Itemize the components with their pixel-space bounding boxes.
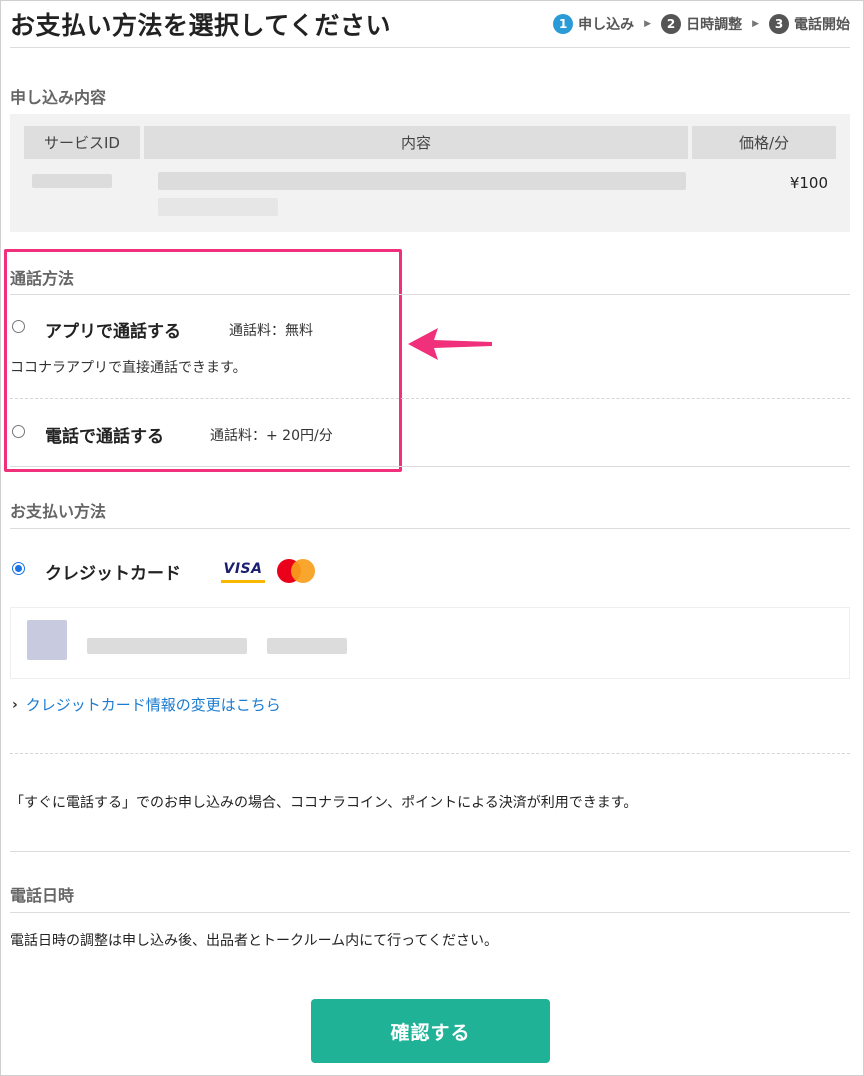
option-app-call-description: ココナラアプリで直接通話できます。 — [10, 360, 247, 376]
page-title: お支払い方法を選択してください — [10, 11, 392, 40]
step-number: 2 — [661, 14, 682, 34]
call-method-heading: 通話方法 — [10, 269, 75, 288]
radio-app-call[interactable] — [12, 320, 25, 333]
application-heading: 申し込み内容 — [10, 88, 107, 107]
step-arrow-icon: ▶ — [644, 19, 652, 29]
step-schedule: 2 日時調整 — [661, 14, 742, 34]
dashed-divider — [10, 753, 850, 754]
change-card-link[interactable]: › クレジットカード情報の変更はこちら — [12, 694, 281, 715]
step-arrow-icon: ▶ — [752, 19, 759, 29]
confirm-button[interactable]: 確認する — [311, 999, 550, 1063]
redacted-content — [158, 198, 278, 216]
progress-steps: 1 申し込み ▶ 2 日時調整 ▶ 3 電話開始 — [553, 14, 850, 34]
option-app-call-label[interactable]: アプリで通話する — [45, 317, 181, 342]
payment-credit-card-label[interactable]: クレジットカード — [45, 559, 181, 584]
payment-note: 「すぐに電話する」でのお申し込みの場合、ココナラコイン、ポイントによる決済が利用… — [10, 795, 638, 811]
section-divider — [10, 528, 850, 529]
step-label: 日時調整 — [686, 17, 743, 33]
redacted-content — [158, 172, 686, 190]
section-divider — [10, 912, 850, 913]
call-datetime-note: 電話日時の調整は申し込み後、出品者とトークルーム内にて行ってください。 — [10, 933, 499, 949]
step-label: 電話開始 — [794, 17, 850, 33]
call-datetime-heading: 電話日時 — [10, 886, 75, 905]
dashed-divider — [10, 398, 850, 399]
redacted-card-expiry — [267, 638, 347, 654]
step-call-start: 3 電話開始 — [769, 14, 850, 34]
section-divider — [10, 851, 850, 852]
application-table: サービスID 内容 価格/分 ¥100 — [10, 114, 850, 232]
column-content: 内容 — [144, 126, 688, 159]
step-number: 1 — [553, 14, 574, 34]
mastercard-logo-icon — [277, 559, 315, 583]
column-service-id: サービスID — [24, 126, 140, 159]
step-apply: 1 申し込み — [553, 14, 634, 34]
redacted-service-id — [32, 174, 112, 188]
price-value: ¥100 — [789, 174, 828, 192]
payment-heading: お支払い方法 — [10, 502, 107, 521]
header-divider — [10, 47, 850, 48]
chevron-right-icon: › — [12, 696, 18, 713]
radio-credit-card[interactable] — [12, 562, 25, 575]
option-phone-call-fee: 通話料：+ 20円/分 — [210, 428, 333, 444]
section-divider — [10, 466, 850, 467]
redacted-card-number — [87, 638, 247, 654]
option-app-call-fee: 通話料：無料 — [229, 323, 313, 339]
step-number: 3 — [769, 14, 789, 34]
arrow-annotation-icon — [408, 328, 492, 360]
option-phone-call-label[interactable]: 電話で通話する — [45, 422, 164, 447]
section-divider — [10, 294, 850, 295]
column-price: 価格/分 — [692, 126, 836, 159]
visa-logo-icon: VISA — [221, 557, 265, 583]
radio-phone-call[interactable] — [12, 425, 25, 438]
step-label: 申し込み — [578, 17, 635, 33]
change-card-link-text[interactable]: クレジットカード情報の変更はこちら — [26, 694, 281, 715]
redacted-card-image — [27, 620, 67, 660]
registered-card[interactable] — [10, 607, 850, 679]
